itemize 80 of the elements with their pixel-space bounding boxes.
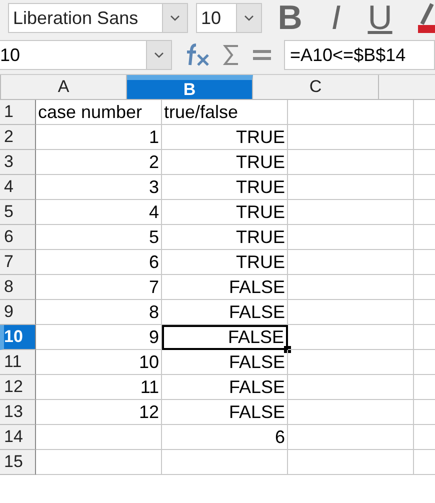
table-cell[interactable]: FALSE — [162, 325, 288, 350]
table-cell[interactable]: TRUE — [162, 175, 288, 200]
table-cell[interactable]: FALSE — [162, 375, 288, 400]
table-cell[interactable] — [288, 300, 414, 325]
name-box[interactable]: 10 — [0, 40, 172, 70]
column-header[interactable]: C — [253, 75, 379, 100]
table-cell[interactable]: 10 — [36, 350, 162, 375]
row-header[interactable]: 10 — [0, 325, 36, 350]
font-size-field[interactable]: 10 — [196, 3, 262, 33]
table-cell[interactable]: 12 — [36, 400, 162, 425]
chevron-icon — [243, 14, 255, 22]
function-wizard-icon[interactable] — [184, 43, 210, 67]
table-cell[interactable] — [288, 425, 414, 450]
table-cell[interactable] — [288, 325, 414, 350]
table-cell[interactable]: FALSE — [162, 350, 288, 375]
table-cell[interactable]: 1 — [36, 125, 162, 150]
row-header[interactable]: 11 — [0, 350, 36, 375]
table-cell[interactable]: TRUE — [162, 225, 288, 250]
table-cell[interactable] — [36, 450, 162, 475]
table-cell[interactable] — [162, 450, 288, 475]
column-header[interactable]: A — [1, 75, 127, 100]
table-cell[interactable]: TRUE — [162, 200, 288, 225]
table-cell[interactable] — [288, 350, 414, 375]
table-cell[interactable]: 3 — [36, 175, 162, 200]
row-header[interactable]: 6 — [0, 225, 36, 250]
table-cell[interactable] — [288, 400, 414, 425]
table-cell[interactable] — [36, 425, 162, 450]
row-header[interactable]: 9 — [0, 300, 36, 325]
column-header[interactable]: B — [127, 75, 253, 100]
row-header[interactable]: 7 — [0, 250, 36, 275]
row-header[interactable]: 2 — [0, 125, 36, 150]
row-header[interactable]: 1 — [0, 100, 36, 125]
table-cell[interactable]: 8 — [36, 300, 162, 325]
table-cell[interactable]: FALSE — [162, 300, 288, 325]
table-cell[interactable] — [288, 150, 414, 175]
row-header[interactable]: 3 — [0, 150, 36, 175]
table-cell[interactable]: FALSE — [162, 275, 288, 300]
table-cell[interactable]: true/false — [162, 100, 288, 125]
table-cell[interactable]: TRUE — [162, 150, 288, 175]
table-cell[interactable]: 4 — [36, 200, 162, 225]
font-color-icon[interactable] — [418, 2, 435, 34]
row-header[interactable]: 14 — [0, 425, 36, 450]
italic-button[interactable]: I — [318, 0, 354, 36]
row-header[interactable]: 4 — [0, 175, 36, 200]
row-header[interactable]: 5 — [0, 200, 36, 225]
bold-button[interactable]: B — [270, 0, 310, 36]
table-cell[interactable]: TRUE — [162, 125, 288, 150]
table-cell[interactable]: case number — [36, 100, 162, 125]
table-cell[interactable]: 9 — [36, 325, 162, 350]
table-cell[interactable] — [288, 200, 414, 225]
chevron-icon — [153, 51, 165, 59]
chevron-icon — [169, 14, 181, 22]
sum-icon[interactable] — [222, 43, 240, 67]
table-cell[interactable]: TRUE — [162, 250, 288, 275]
font-name-field[interactable]: Liberation Sans — [8, 3, 188, 33]
table-cell[interactable]: 5 — [36, 225, 162, 250]
table-cell[interactable]: FALSE — [162, 400, 288, 425]
dropdown-button[interactable] — [236, 4, 261, 32]
table-cell[interactable]: 2 — [36, 150, 162, 175]
underline-button[interactable]: U — [362, 0, 398, 36]
table-cell[interactable] — [288, 125, 414, 150]
table-cell[interactable]: 6 — [162, 425, 288, 450]
row-header[interactable]: 15 — [0, 450, 36, 475]
table-cell[interactable] — [288, 450, 414, 475]
formula-input[interactable]: =A10<=$B$14 — [284, 40, 435, 70]
table-cell[interactable] — [288, 225, 414, 250]
table-cell[interactable]: 7 — [36, 275, 162, 300]
table-cell[interactable] — [288, 175, 414, 200]
dropdown-button[interactable] — [162, 4, 187, 32]
table-cell[interactable] — [288, 275, 414, 300]
table-cell[interactable]: 6 — [36, 250, 162, 275]
row-header[interactable]: 8 — [0, 275, 36, 300]
table-cell[interactable]: 11 — [36, 375, 162, 400]
dropdown-button[interactable] — [146, 41, 171, 69]
row-header[interactable]: 12 — [0, 375, 36, 400]
table-cell[interactable] — [288, 100, 414, 125]
column-header[interactable] — [379, 75, 435, 100]
row-header[interactable]: 13 — [0, 400, 36, 425]
table-cell[interactable] — [288, 375, 414, 400]
table-cell[interactable] — [288, 250, 414, 275]
